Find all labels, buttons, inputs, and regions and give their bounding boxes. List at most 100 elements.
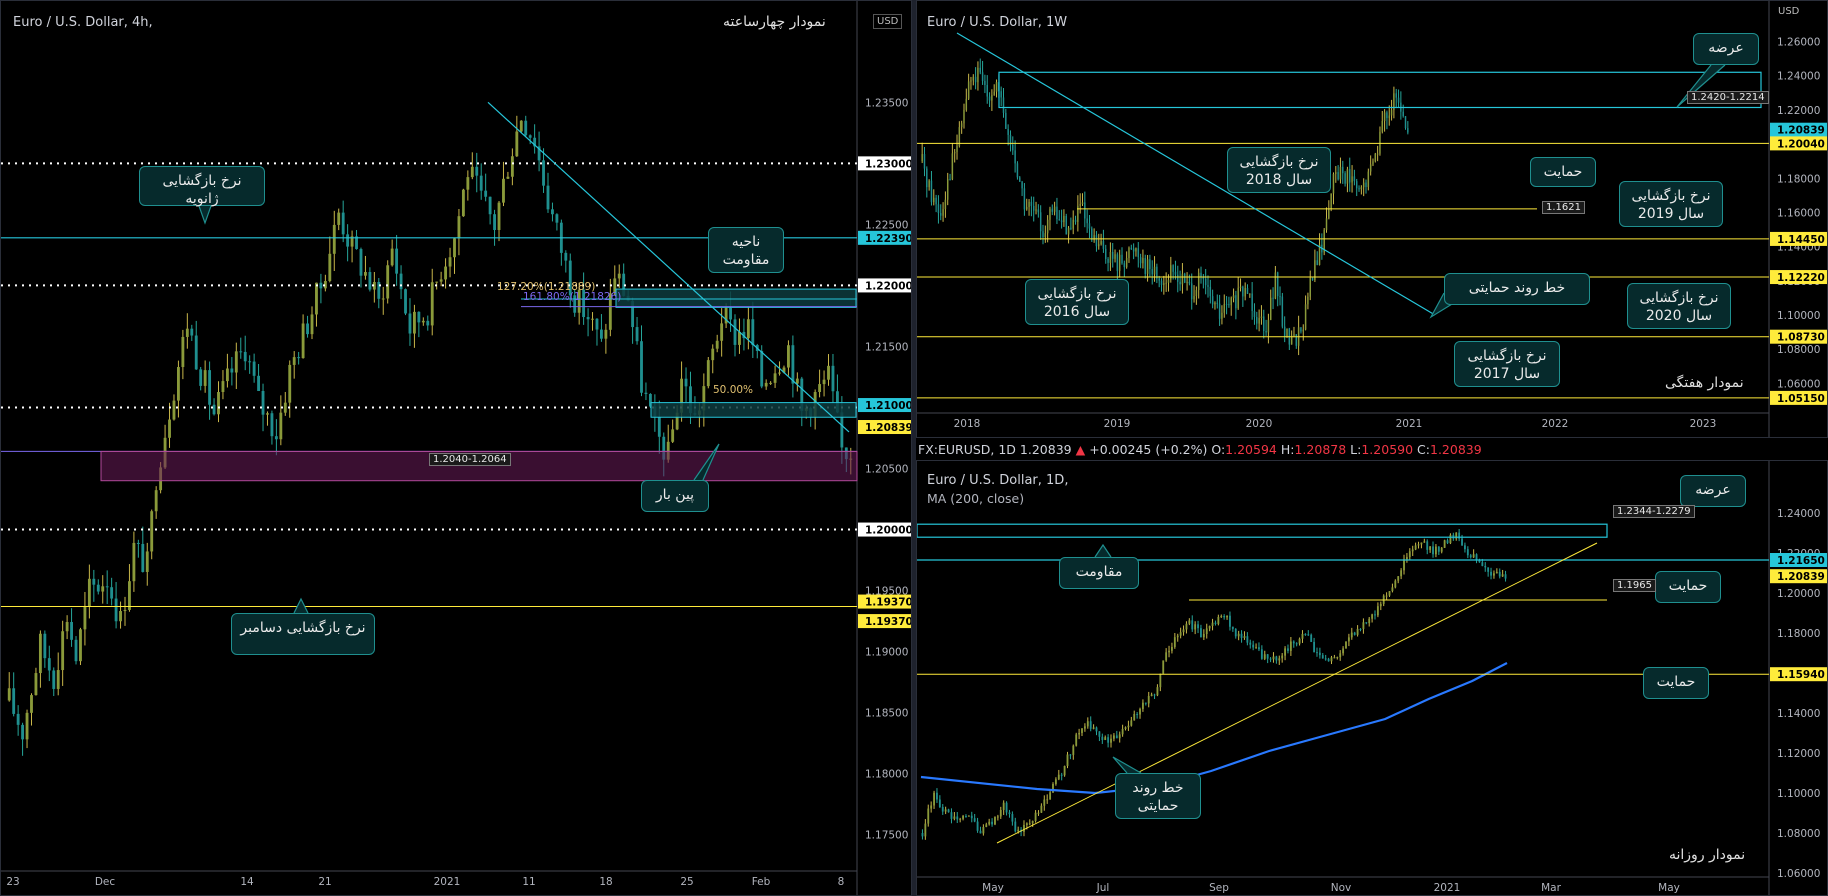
candle-body <box>497 202 501 231</box>
candle-body <box>359 249 363 276</box>
candle-body <box>12 688 16 714</box>
candle-body <box>1379 131 1381 154</box>
candle-body <box>979 67 982 73</box>
candle-body <box>1057 774 1060 780</box>
descending-trendline <box>487 101 850 433</box>
candle-body <box>1049 792 1052 800</box>
candle-body <box>982 826 985 834</box>
candle-body <box>1165 282 1167 284</box>
candle-body <box>1414 545 1417 550</box>
candle-body <box>928 180 930 188</box>
candle-body <box>217 392 220 415</box>
candle-body <box>979 830 982 834</box>
candle-body <box>439 279 443 282</box>
candle-body <box>1046 219 1049 234</box>
candle-body <box>1165 652 1168 661</box>
candle-body <box>1144 258 1146 274</box>
candle-body <box>1279 296 1281 298</box>
candle-body <box>760 350 764 387</box>
candle-body <box>96 584 100 592</box>
candle-body <box>1376 606 1379 616</box>
candle-body <box>1172 265 1174 272</box>
candle-body <box>1100 241 1102 245</box>
candle-body <box>935 197 937 205</box>
callout-w1-open-2016: نرخ بازگشایی سال 2016 <box>1025 279 1129 325</box>
candle-body <box>74 639 78 662</box>
candle-body <box>1115 735 1118 739</box>
candle-body <box>1084 202 1086 219</box>
candle-body <box>751 319 755 346</box>
candle-body <box>1269 658 1272 660</box>
candle-body <box>1359 628 1362 630</box>
candle-body <box>177 367 180 401</box>
x-tick-label: 2021 <box>434 876 461 888</box>
candle-body <box>274 436 278 440</box>
candle-body <box>1182 629 1185 633</box>
candle-body <box>25 712 29 740</box>
candle-body <box>1300 327 1302 332</box>
candle-body <box>1260 649 1263 659</box>
y-tick-label: 1.08000 <box>1777 828 1820 840</box>
candle-body <box>1429 546 1432 550</box>
panel-d1[interactable]: 1.060001.080001.100001.120001.140001.160… <box>916 460 1828 896</box>
d1-panel-tag: نمودار روزانه <box>1669 847 1746 863</box>
h4-chart-svg[interactable]: 1.175001.180001.185001.190001.195001.200… <box>1 1 912 896</box>
candle-body <box>1272 297 1274 299</box>
candle-body <box>181 336 185 368</box>
candle-body <box>1044 233 1047 238</box>
candle-body <box>1298 638 1301 644</box>
candle-body <box>1302 329 1305 332</box>
panel-w1[interactable]: 1.060001.080001.100001.120001.140001.160… <box>916 0 1828 438</box>
y-tick-label: 1.10000 <box>1777 788 1820 800</box>
candle-body <box>956 146 958 152</box>
candle-body <box>453 238 456 258</box>
candle-body <box>328 253 332 282</box>
candle-body <box>951 153 954 180</box>
candle-body <box>923 154 926 169</box>
candle-body <box>1449 534 1452 544</box>
candle-body <box>965 816 967 818</box>
candle-body <box>1074 219 1077 222</box>
candle-body <box>297 357 301 359</box>
candle-body <box>123 609 127 612</box>
candle-body <box>1111 251 1114 259</box>
candle-body <box>332 224 336 254</box>
w1-panel-tag: نمودار هفتگی <box>1665 375 1744 391</box>
candle-body <box>1223 615 1226 618</box>
candle-body <box>965 98 968 110</box>
candle-body <box>315 282 318 315</box>
candle-body <box>21 724 25 740</box>
candle-body <box>981 72 984 81</box>
callout-december-open: نرخ بازگشایی دسامبر <box>231 613 375 655</box>
callout-d1-trendline: خط روند حمایتی <box>1115 773 1201 819</box>
candle-body <box>1005 112 1007 129</box>
candle-body <box>479 175 483 191</box>
candle-body <box>1229 615 1231 627</box>
candle-body <box>1269 297 1272 320</box>
candle-body <box>239 351 243 353</box>
candle-body <box>1437 546 1440 552</box>
price-tag-label: 1.21650 <box>1777 555 1825 567</box>
y-tick-label: 1.18500 <box>865 708 908 720</box>
d1-support-label: 1.1965 <box>1613 579 1656 592</box>
candle-body <box>261 390 265 415</box>
candle-body <box>1028 823 1031 825</box>
candle-body <box>1214 622 1217 624</box>
candle-body <box>1379 603 1382 607</box>
candle-body <box>1348 169 1351 183</box>
close-label: C: <box>1417 442 1430 457</box>
candle-body <box>1204 278 1207 286</box>
y-tick-label: 1.10000 <box>1777 310 1820 322</box>
candle-body <box>1171 646 1173 651</box>
candle-body <box>65 622 69 632</box>
candle-body <box>1179 281 1181 285</box>
candle-body <box>1153 266 1156 275</box>
panel-h4[interactable]: 1.175001.180001.185001.190001.195001.200… <box>0 0 912 896</box>
candle-body <box>1461 538 1463 546</box>
candle-body <box>972 76 975 81</box>
candle-body <box>1021 181 1023 189</box>
candle-body <box>738 331 741 345</box>
candle-body <box>1144 702 1147 704</box>
y-tick-label: 1.17500 <box>865 830 908 842</box>
candle-body <box>542 160 545 186</box>
